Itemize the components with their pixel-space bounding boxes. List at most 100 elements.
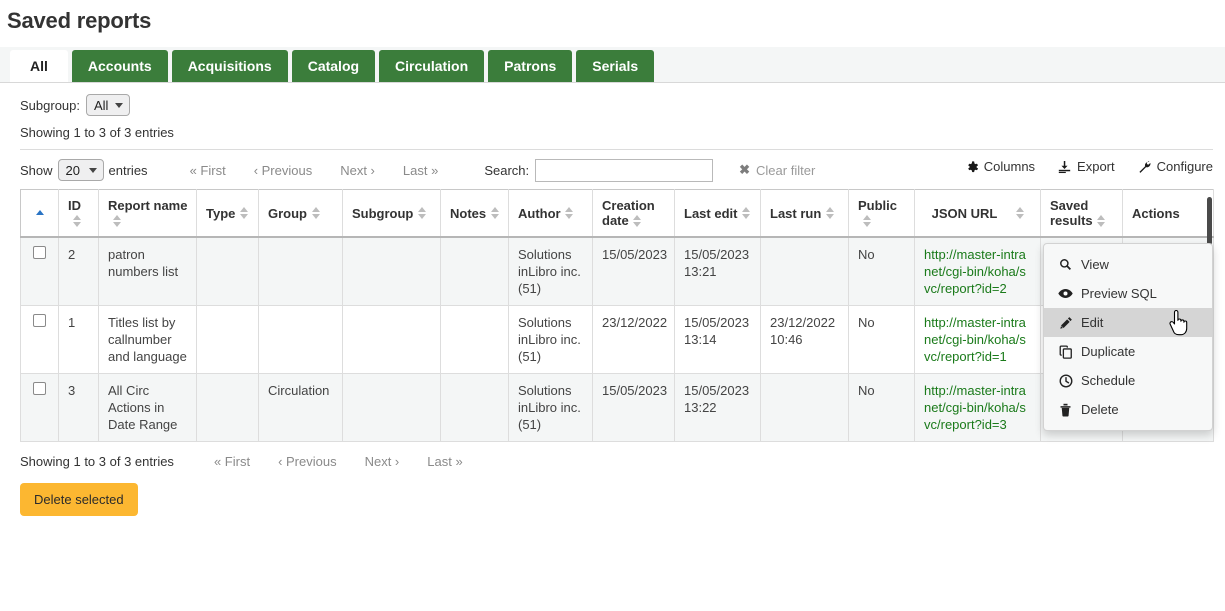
scrollbar-thumb[interactable]: [1207, 197, 1212, 245]
subgroup-label: Subgroup:: [20, 98, 80, 113]
table-body: 2 patron numbers list Solutions inLibro …: [21, 237, 1214, 442]
cell-json-url: http://master-intranet/cgi-bin/koha/svc/…: [915, 306, 1041, 374]
download-icon: [1057, 160, 1072, 174]
saved-reports-page: Saved reports All Accounts Acquisitions …: [0, 0, 1225, 611]
columns-label: Columns: [984, 159, 1035, 174]
subgroup-select-wrapper: All: [86, 94, 130, 116]
cell-author: Solutions inLibro inc. (51): [509, 374, 593, 442]
json-url-link[interactable]: http://master-intranet/cgi-bin/koha/svc/…: [924, 247, 1026, 296]
magnifier-icon: [1058, 258, 1073, 271]
clock-icon: [1058, 374, 1073, 388]
pagination-previous-bottom[interactable]: ‹ Previous: [264, 454, 351, 469]
row-select-cell: [21, 237, 59, 306]
menu-item-schedule[interactable]: Schedule: [1044, 366, 1212, 395]
cell-subgroup: [343, 374, 441, 442]
export-button[interactable]: Export: [1057, 159, 1115, 174]
search-block: Search:: [484, 159, 713, 182]
column-label-last-edit: Last edit: [684, 206, 737, 221]
pagination-last[interactable]: Last »: [389, 163, 452, 178]
pagination-previous[interactable]: ‹ Previous: [240, 163, 327, 178]
cell-id: 2: [59, 237, 99, 306]
cell-group: [259, 237, 343, 306]
gear-icon: [965, 160, 979, 174]
column-header-report-name[interactable]: Report name: [99, 190, 197, 238]
row-checkbox[interactable]: [33, 382, 46, 395]
cell-notes: [441, 374, 509, 442]
clear-filter-label: Clear filter: [756, 163, 815, 178]
column-header-json-url[interactable]: JSON URL: [915, 190, 1041, 238]
json-url-link[interactable]: http://master-intranet/cgi-bin/koha/svc/…: [924, 315, 1026, 364]
column-header-id[interactable]: ID: [59, 190, 99, 238]
column-header-group[interactable]: Group: [259, 190, 343, 238]
table-row: 2 patron numbers list Solutions inLibro …: [21, 237, 1214, 306]
cell-type: [197, 374, 259, 442]
column-header-public[interactable]: Public: [849, 190, 915, 238]
column-header-saved-results[interactable]: Saved results: [1041, 190, 1123, 238]
column-header-creation-date[interactable]: Creation date: [593, 190, 675, 238]
row-checkbox[interactable]: [33, 314, 46, 327]
column-label-json-url: JSON URL: [932, 206, 998, 221]
menu-item-duplicate[interactable]: Duplicate: [1044, 337, 1212, 366]
sort-icon: [633, 215, 642, 227]
tab-acquisitions[interactable]: Acquisitions: [172, 50, 288, 82]
show-label: Show: [20, 163, 53, 178]
cell-creation-date: 15/05/2023: [593, 237, 675, 306]
cell-json-url: http://master-intranet/cgi-bin/koha/svc/…: [915, 237, 1041, 306]
column-header-last-run[interactable]: Last run: [761, 190, 849, 238]
menu-item-delete[interactable]: Delete: [1044, 395, 1212, 424]
configure-button[interactable]: Configure: [1137, 159, 1213, 174]
page-length-select-wrapper: 20: [58, 159, 104, 181]
menu-item-label: Edit: [1081, 313, 1103, 332]
tab-catalog[interactable]: Catalog: [292, 50, 375, 82]
subgroup-select[interactable]: All: [86, 94, 130, 116]
column-header-last-edit[interactable]: Last edit: [675, 190, 761, 238]
cell-last-run: [761, 237, 849, 306]
cell-type: [197, 306, 259, 374]
cell-creation-date: 23/12/2022: [593, 306, 675, 374]
cell-public: No: [849, 237, 915, 306]
row-checkbox[interactable]: [33, 246, 46, 259]
json-url-link[interactable]: http://master-intranet/cgi-bin/koha/svc/…: [924, 383, 1026, 432]
delete-selected-button[interactable]: Delete selected: [20, 483, 138, 516]
cell-group: [259, 306, 343, 374]
saved-reports-table: ID Report name Type Group Subgroup: [20, 189, 1214, 442]
menu-item-preview-sql[interactable]: Preview SQL: [1044, 279, 1212, 308]
column-header-subgroup[interactable]: Subgroup: [343, 190, 441, 238]
tab-circulation[interactable]: Circulation: [379, 50, 484, 82]
menu-item-view[interactable]: View: [1044, 250, 1212, 279]
column-label-type: Type: [206, 206, 235, 221]
column-header-notes[interactable]: Notes: [441, 190, 509, 238]
pagination-next-bottom[interactable]: Next ›: [351, 454, 414, 469]
search-label: Search:: [484, 163, 529, 178]
pagination-first-bottom[interactable]: « First: [200, 454, 264, 469]
cell-last-run: [761, 374, 849, 442]
column-header-type[interactable]: Type: [197, 190, 259, 238]
menu-item-edit[interactable]: Edit: [1044, 308, 1212, 337]
clear-filter-button[interactable]: ✖ Clear filter: [739, 162, 815, 178]
cell-report-name: All Circ Actions in Date Range: [99, 374, 197, 442]
sort-icon: [1015, 207, 1024, 219]
pagination-next[interactable]: Next ›: [326, 163, 389, 178]
tab-serials[interactable]: Serials: [576, 50, 654, 82]
table-row: 3 All Circ Actions in Date Range Circula…: [21, 374, 1214, 442]
columns-button[interactable]: Columns: [965, 159, 1035, 174]
column-header-author[interactable]: Author: [509, 190, 593, 238]
tab-all[interactable]: All: [10, 50, 68, 82]
menu-item-label: Preview SQL: [1081, 284, 1157, 303]
tab-accounts[interactable]: Accounts: [72, 50, 168, 82]
page-length-select[interactable]: 20: [58, 159, 104, 181]
column-label-id: ID: [68, 198, 81, 213]
column-header-select-all[interactable]: [21, 190, 59, 238]
page-length-control: Show 20 entries: [20, 159, 148, 181]
page-title: Saved reports: [0, 0, 1225, 34]
pagination-first[interactable]: « First: [176, 163, 240, 178]
pagination-last-bottom[interactable]: Last »: [413, 454, 476, 469]
column-label-group: Group: [268, 206, 307, 221]
cell-group: Circulation: [259, 374, 343, 442]
cell-creation-date: 15/05/2023: [593, 374, 675, 442]
column-label-notes: Notes: [450, 206, 486, 221]
wrench-icon: [1137, 160, 1152, 174]
pencil-icon: [1058, 316, 1073, 330]
tab-patrons[interactable]: Patrons: [488, 50, 572, 82]
search-input[interactable]: [535, 159, 713, 182]
